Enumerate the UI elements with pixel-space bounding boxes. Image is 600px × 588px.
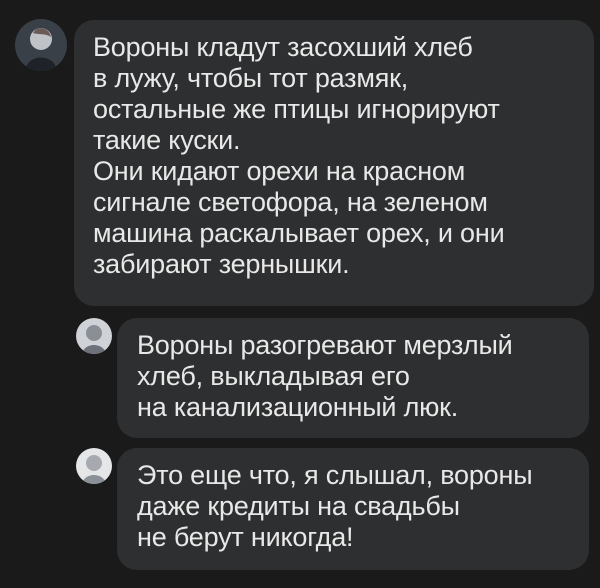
message-line: не берут никогда!	[137, 522, 354, 552]
message-line: хлеб, выкладывая его	[137, 361, 410, 391]
user-avatar[interactable]	[76, 318, 112, 354]
message-bubble: Вороны кладут засохший хлеб в лужу, чтоб…	[74, 20, 594, 306]
message-line: в лужу, чтобы тот размяк,	[93, 63, 409, 93]
user-avatar[interactable]	[76, 448, 112, 484]
message-bubble: Вороны разогревают мерзлый хлеб, выклады…	[117, 318, 589, 438]
message-line: машина раскалывает орех, и они	[93, 218, 505, 248]
user-avatar-image	[76, 448, 112, 484]
user-avatar[interactable]	[15, 19, 67, 71]
message-bubble: Это еще что, я слышал, вороны даже креди…	[117, 448, 589, 570]
user-avatar-image	[15, 19, 67, 71]
message-line: Они кидают орехи на красном	[93, 156, 466, 186]
message-line: Это еще что, я слышал, вороны	[137, 460, 533, 490]
message-line: такие куски.	[93, 125, 241, 155]
message-line: даже кредиты на свадьбы	[137, 491, 460, 521]
message-line: сигнале светофора, на зеленом	[93, 187, 488, 217]
user-avatar-image	[76, 318, 112, 354]
message-line: Вороны разогревают мерзлый	[137, 330, 513, 360]
message-line: на канализационный люк.	[137, 392, 459, 422]
message-line: Вороны кладут засохший хлеб	[93, 32, 473, 62]
message-line: остальные же птицы игнорируют	[93, 94, 500, 124]
message-line: забирают зернышки.	[93, 249, 350, 279]
